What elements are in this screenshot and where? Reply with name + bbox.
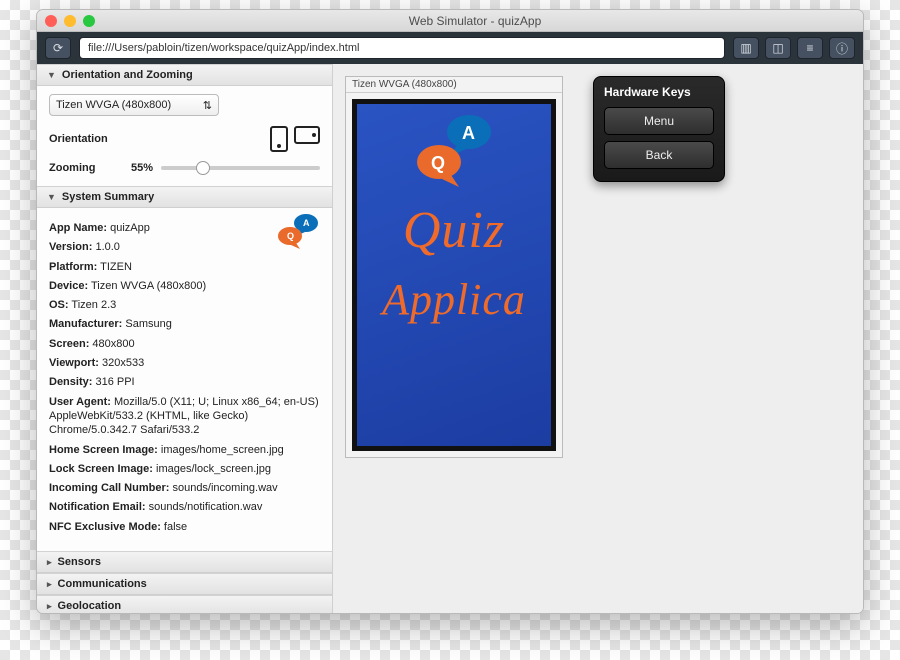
svg-text:A: A <box>462 123 475 143</box>
menu-hw-button[interactable]: Menu <box>604 107 714 135</box>
system-info-row: Manufacturer: Samsung <box>49 317 320 331</box>
section-communications-header[interactable]: ▸ Communications <box>37 573 332 595</box>
sidebar: ▼ Orientation and Zooming Tizen WVGA (48… <box>37 64 333 613</box>
system-info-row: OS: Tizen 2.3 <box>49 298 320 312</box>
slider-knob[interactable] <box>196 161 210 175</box>
system-info-row: Home Screen Image: images/home_screen.jp… <box>49 443 320 457</box>
quiz-logo-icon: A Q <box>276 212 320 250</box>
svg-text:A: A <box>303 218 310 228</box>
orientation-row: Orientation <box>49 126 320 152</box>
section-title: Geolocation <box>58 600 122 612</box>
device-screen: A Q Quiz Applica <box>352 99 556 451</box>
section-title: Sensors <box>58 556 101 568</box>
system-info-row: NFC Exclusive Mode: false <box>49 520 320 534</box>
section-title: Orientation and Zooming <box>62 69 193 81</box>
zoom-label: Zooming <box>49 162 123 174</box>
chevron-right-icon: ▸ <box>47 579 52 590</box>
zoom-icon[interactable] <box>83 15 95 27</box>
system-info-row: Lock Screen Image: images/lock_screen.jp… <box>49 462 320 476</box>
close-icon[interactable] <box>45 15 57 27</box>
system-info-row: Platform: TIZEN <box>49 260 320 274</box>
layout-button[interactable]: ◫ <box>765 37 791 59</box>
app-logo-icon: A Q <box>409 112 499 190</box>
toolbar-right-group: ▥ ◫ ≡ ⓘ <box>733 37 855 59</box>
app-title-line1: Quiz <box>403 206 505 255</box>
section-sensors-header[interactable]: ▸ Sensors <box>37 551 332 573</box>
device-frame-label: Tizen WVGA (480x800) <box>346 77 562 93</box>
section-geolocation-header[interactable]: ▸ Geolocation <box>37 595 332 613</box>
chevron-right-icon: ▸ <box>47 601 52 612</box>
hardware-keys-title: Hardware Keys <box>604 85 714 99</box>
system-info-row: Device: Tizen WVGA (480x800) <box>49 279 320 293</box>
hardware-keys-panel: Hardware Keys Menu Back <box>593 76 725 182</box>
menu-button[interactable]: ≡ <box>797 37 823 59</box>
landscape-icon[interactable] <box>294 126 320 144</box>
portrait-icon[interactable] <box>270 126 288 152</box>
url-text: file:///Users/pabloin/tizen/workspace/qu… <box>88 42 359 54</box>
system-info-row: Density: 316 PPI <box>49 375 320 389</box>
select-arrows-icon: ⇅ <box>203 99 212 112</box>
app-title-line2: Applica <box>382 279 526 321</box>
window-title: Web Simulator - quizApp <box>95 14 855 28</box>
system-info-row: Incoming Call Number: sounds/incoming.wa… <box>49 481 320 495</box>
app-preview: A Q Quiz Applica <box>357 104 551 446</box>
section-system-header[interactable]: ▼ System Summary <box>37 186 332 208</box>
section-system-body: A Q App Name: quizAppVersion: 1.0.0Platf… <box>37 208 332 551</box>
stage: Tizen WVGA (480x800) A Q Quiz Applica <box>333 64 863 613</box>
back-hw-button[interactable]: Back <box>604 141 714 169</box>
main-body: ▼ Orientation and Zooming Tizen WVGA (48… <box>37 64 863 613</box>
zoom-slider[interactable] <box>161 166 320 170</box>
section-title: System Summary <box>62 191 154 203</box>
device-select-value: Tizen WVGA (480x800) <box>56 99 171 111</box>
reload-button[interactable]: ⟳ <box>45 37 71 59</box>
device-select[interactable]: Tizen WVGA (480x800) ⇅ <box>49 94 219 116</box>
section-title: Communications <box>58 578 147 590</box>
section-orientation-body: Tizen WVGA (480x800) ⇅ Orientation Zoomi… <box>37 86 332 186</box>
system-info-row: Viewport: 320x533 <box>49 356 320 370</box>
system-info-row: Notification Email: sounds/notification.… <box>49 500 320 514</box>
url-field[interactable]: file:///Users/pabloin/tizen/workspace/qu… <box>79 37 725 59</box>
chevron-down-icon: ▼ <box>47 70 56 80</box>
panel-button[interactable]: ▥ <box>733 37 759 59</box>
device-frame: Tizen WVGA (480x800) A Q Quiz Applica <box>345 76 563 458</box>
section-orientation-header[interactable]: ▼ Orientation and Zooming <box>37 64 332 86</box>
chevron-right-icon: ▸ <box>47 557 52 568</box>
app-window: Web Simulator - quizApp ⟳ file:///Users/… <box>36 9 864 614</box>
titlebar: Web Simulator - quizApp <box>37 10 863 32</box>
traffic-lights <box>45 15 95 27</box>
zoom-value: 55% <box>131 162 153 174</box>
minimize-icon[interactable] <box>64 15 76 27</box>
svg-text:Q: Q <box>431 153 445 173</box>
chevron-down-icon: ▼ <box>47 192 56 202</box>
orientation-icons <box>270 126 320 152</box>
zoom-row: Zooming 55% <box>49 162 320 174</box>
toolbar: ⟳ file:///Users/pabloin/tizen/workspace/… <box>37 32 863 64</box>
svg-text:Q: Q <box>287 231 294 241</box>
orientation-label: Orientation <box>49 133 123 145</box>
system-info-row: User Agent: Mozilla/5.0 (X11; U; Linux x… <box>49 395 320 438</box>
system-info-row: Screen: 480x800 <box>49 337 320 351</box>
info-button[interactable]: ⓘ <box>829 37 855 59</box>
